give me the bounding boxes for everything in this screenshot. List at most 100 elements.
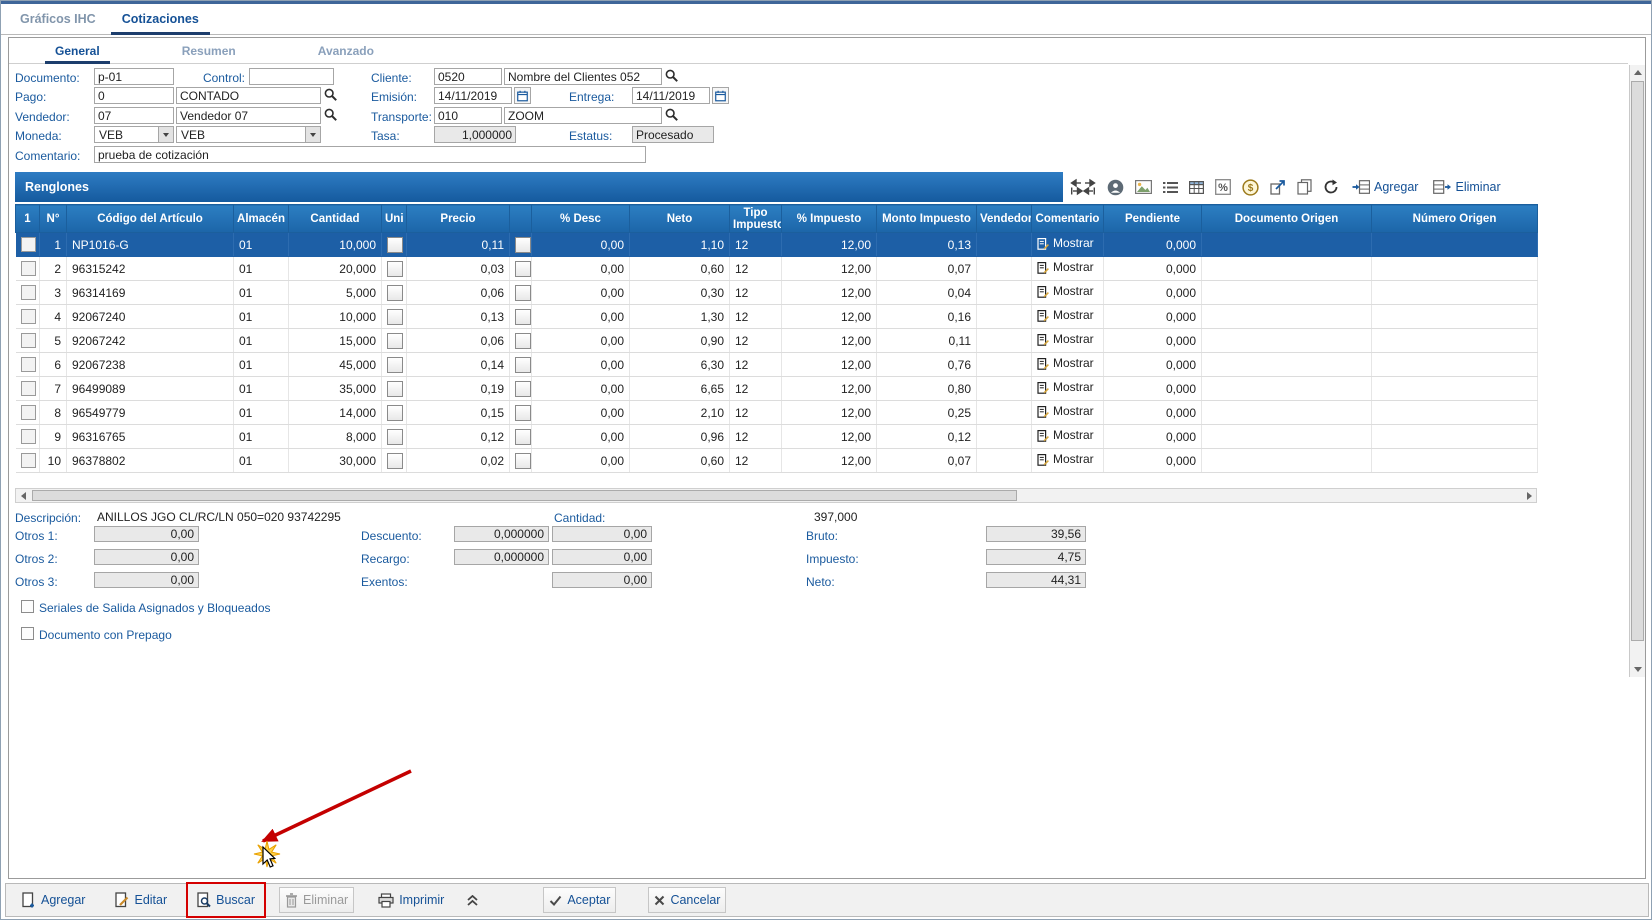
prepago-checkbox[interactable] [21,627,34,640]
precio-lookup-button[interactable] [515,309,531,325]
entrega-calendar-button[interactable] [712,87,729,104]
grid-row[interactable]: 1 NP1016-G 01 10,000 0,11 0,00 1,10 12 1… [16,233,1538,257]
col-header-n[interactable]: N° [40,205,67,233]
mostrar-link[interactable]: Mostrar [1037,236,1094,250]
uni-lookup-button[interactable] [387,237,403,253]
row-checkbox[interactable] [21,453,36,468]
grid-row[interactable]: 3 96314169 01 5,000 0,06 0,00 0,30 12 12… [16,281,1538,305]
grid-agregar-button[interactable]: Agregar [1349,179,1421,195]
emision-input[interactable] [434,87,512,104]
precio-lookup-button[interactable] [515,333,531,349]
comentario-cell[interactable]: Mostrar [1032,425,1104,449]
col-header-almacen[interactable]: Almacén [234,205,289,233]
mostrar-link[interactable]: Mostrar [1037,356,1094,370]
col-header-pct-impuesto[interactable]: % Impuesto [782,205,877,233]
comentario-cell[interactable]: Mostrar [1032,329,1104,353]
scroll-down-icon[interactable] [1630,662,1645,677]
mostrar-link[interactable]: Mostrar [1037,380,1094,394]
row-checkbox[interactable] [21,285,36,300]
currency-icon[interactable]: $ [1241,178,1260,197]
col-header-codigo[interactable]: Código del Artículo [67,205,234,233]
mostrar-link[interactable]: Mostrar [1037,404,1094,418]
grid-row[interactable]: 6 92067238 01 45,000 0,14 0,00 6,30 12 1… [16,353,1538,377]
col-header-neto[interactable]: Neto [630,205,730,233]
tab-graficos-ihc[interactable]: Gráficos IHC [7,4,109,34]
transporte-search-icon[interactable] [665,108,678,121]
cliente-search-icon[interactable] [665,69,678,82]
pago-codigo-input[interactable] [94,87,174,104]
user-icon[interactable] [1106,178,1125,197]
seriales-checkbox[interactable] [21,600,34,613]
mostrar-link[interactable]: Mostrar [1037,308,1094,322]
col-header-vendedor[interactable]: Vendedor [977,205,1032,233]
col-header-monto-impuesto[interactable]: Monto Impuesto [877,205,977,233]
row-checkbox[interactable] [21,381,36,396]
documento-input[interactable] [94,68,174,85]
control-input[interactable] [249,68,334,85]
editar-button[interactable]: Editar [109,887,173,913]
grid-row[interactable]: 10 96378802 01 30,000 0,02 0,00 0,60 12 … [16,449,1538,473]
row-checkbox[interactable] [21,237,36,252]
mostrar-link[interactable]: Mostrar [1037,332,1094,346]
col-header-tipo-impuesto[interactable]: Tipo Impuesto [730,205,782,233]
col-header-comentario[interactable]: Comentario [1032,205,1104,233]
transporte-nombre-input[interactable] [504,107,662,124]
mostrar-link[interactable]: Mostrar [1037,428,1094,442]
image-icon[interactable] [1134,179,1153,195]
transporte-codigo-input[interactable] [434,107,502,124]
uni-lookup-button[interactable] [387,333,403,349]
grid-row[interactable]: 9 96316765 01 8,000 0,12 0,00 0,96 12 12… [16,425,1538,449]
grid-horizontal-scrollbar[interactable] [15,488,1537,503]
tab-cotizaciones[interactable]: Cotizaciones [109,4,212,34]
emision-calendar-button[interactable] [514,87,531,104]
uni-lookup-button[interactable] [387,285,403,301]
precio-lookup-button[interactable] [515,381,531,397]
horizontal-scroll-thumb[interactable] [32,490,1017,501]
grid-row[interactable]: 4 92067240 01 10,000 0,13 0,00 1,30 12 1… [16,305,1538,329]
precio-lookup-button[interactable] [515,261,531,277]
comentario-input[interactable] [94,146,646,163]
comentario-cell[interactable]: Mostrar [1032,449,1104,473]
uni-lookup-button[interactable] [387,309,403,325]
cliente-codigo-input[interactable] [434,68,502,85]
uni-lookup-button[interactable] [387,453,403,469]
aceptar-button[interactable]: Aceptar [543,887,616,913]
col-header-select[interactable]: 1 [16,205,40,233]
col-header-uni[interactable]: Uni [382,205,407,233]
moneda-select[interactable]: VEB [94,126,174,143]
buscar-button[interactable]: Buscar [191,887,261,913]
uni-lookup-button[interactable] [387,429,403,445]
scroll-right-icon[interactable] [1522,489,1536,502]
uni-lookup-button[interactable] [387,357,403,373]
tab-avanzado[interactable]: Avanzado [306,38,386,63]
imprimir-button[interactable]: Imprimir [372,887,450,913]
collapse-toolbar-button[interactable] [460,887,485,913]
row-checkbox[interactable] [21,357,36,372]
cliente-nombre-input[interactable] [504,68,662,85]
panel-vertical-scrollbar[interactable] [1629,65,1645,677]
col-header-pendiente[interactable]: Pendiente [1104,205,1202,233]
mostrar-link[interactable]: Mostrar [1037,284,1094,298]
column-nav-icon[interactable] [1069,177,1097,197]
col-header-precio[interactable]: Precio [407,205,510,233]
grid-row[interactable]: 5 92067242 01 15,000 0,06 0,00 0,90 12 1… [16,329,1538,353]
copy-document-icon[interactable] [1296,178,1313,196]
agregar-button[interactable]: Agregar [16,887,91,913]
row-checkbox[interactable] [21,261,36,276]
precio-lookup-button[interactable] [515,357,531,373]
list-icon[interactable] [1162,180,1179,195]
scroll-up-icon[interactable] [1630,65,1645,80]
grid-row[interactable]: 8 96549779 01 14,000 0,15 0,00 2,10 12 1… [16,401,1538,425]
row-checkbox[interactable] [21,429,36,444]
col-header-doc-origen[interactable]: Documento Origen [1202,205,1372,233]
col-header-cantidad[interactable]: Cantidad [289,205,382,233]
comentario-cell[interactable]: Mostrar [1032,305,1104,329]
precio-lookup-button[interactable] [515,285,531,301]
precio-lookup-button[interactable] [515,429,531,445]
comentario-cell[interactable]: Mostrar [1032,401,1104,425]
moneda-desc-select[interactable]: VEB [176,126,321,143]
precio-lookup-button[interactable] [515,453,531,469]
cancelar-button[interactable]: Cancelar [648,887,726,913]
vendedor-search-icon[interactable] [324,108,337,121]
col-header-desc[interactable]: % Desc [532,205,630,233]
